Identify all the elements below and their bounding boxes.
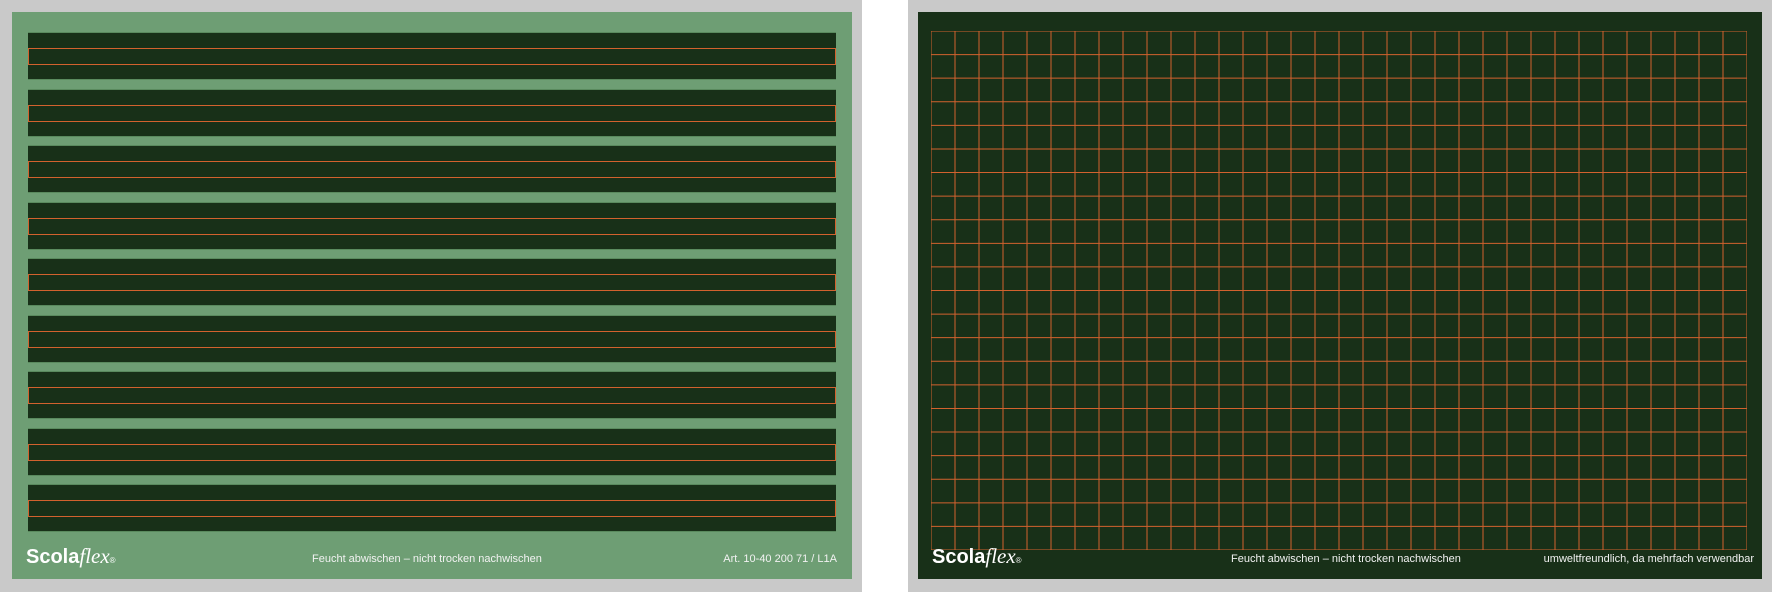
guide-tick: [835, 274, 836, 291]
guide-tick: [28, 387, 29, 404]
strip-edge: [28, 32, 836, 33]
writing-strip: [28, 202, 836, 250]
guide-line: [28, 218, 836, 219]
strip-edge: [28, 362, 836, 363]
strip-edge: [28, 79, 836, 80]
guide-line: [28, 460, 836, 461]
strip-edge: [28, 305, 836, 306]
guide-tick: [835, 161, 836, 178]
guide-line: [28, 331, 836, 332]
strip-edge: [28, 484, 836, 485]
scolaflex-logo: Scolaflex®: [932, 544, 1022, 568]
guide-tick: [28, 48, 29, 65]
scolaflex-logo: Scolaflex®: [26, 544, 116, 568]
guide-line: [28, 500, 836, 501]
left-board-frame: Scolaflex® Feucht abwischen – nicht troc…: [0, 0, 862, 592]
guide-tick: [835, 387, 836, 404]
guide-line: [28, 177, 836, 178]
right-chalkboard-grid: Scolaflex® Feucht abwischen – nicht troc…: [918, 12, 1762, 579]
strip-edge: [28, 249, 836, 250]
strip-edge: [28, 475, 836, 476]
guide-line: [28, 64, 836, 65]
writing-strip: [28, 32, 836, 80]
strip-edge: [28, 315, 836, 316]
guide-tick: [835, 105, 836, 122]
square-grid: [931, 31, 1747, 550]
article-number-text: Art. 10-40 200 71 / L1A: [723, 553, 837, 565]
guide-tick: [835, 444, 836, 461]
left-chalkboard-lined: Scolaflex® Feucht abwischen – nicht troc…: [12, 12, 852, 579]
strip-edge: [28, 192, 836, 193]
writing-strip: [28, 89, 836, 137]
strip-edge: [28, 531, 836, 532]
strip-edge: [28, 89, 836, 90]
care-instruction-text: Feucht abwischen – nicht trocken nachwis…: [312, 553, 542, 565]
guide-tick: [835, 331, 836, 348]
writing-strip: [28, 315, 836, 363]
guide-tick: [835, 500, 836, 517]
strip-edge: [28, 418, 836, 419]
guide-line: [28, 347, 836, 348]
guide-tick: [835, 48, 836, 65]
writing-strip: [28, 371, 836, 419]
guide-line: [28, 105, 836, 106]
eco-note-text: umweltfreundlich, da mehrfach verwendbar: [1543, 553, 1754, 565]
guide-line: [28, 403, 836, 404]
writing-strip: [28, 145, 836, 193]
strip-edge: [28, 371, 836, 372]
guide-tick: [28, 218, 29, 235]
guide-tick: [28, 161, 29, 178]
guide-tick: [28, 331, 29, 348]
guide-tick: [28, 274, 29, 291]
guide-line: [28, 161, 836, 162]
strip-edge: [28, 202, 836, 203]
guide-line: [28, 48, 836, 49]
strip-edge: [28, 136, 836, 137]
guide-tick: [835, 218, 836, 235]
guide-line: [28, 290, 836, 291]
guide-line: [28, 274, 836, 275]
right-board-frame: Scolaflex® Feucht abwischen – nicht troc…: [908, 0, 1772, 592]
writing-strip: [28, 428, 836, 476]
right-footer: Scolaflex® Feucht abwischen – nicht troc…: [918, 539, 1762, 579]
guide-tick: [28, 444, 29, 461]
strip-edge: [28, 145, 836, 146]
strip-edge: [28, 428, 836, 429]
writing-strip: [28, 484, 836, 532]
guide-line: [28, 234, 836, 235]
writing-strip: [28, 258, 836, 306]
guide-line: [28, 444, 836, 445]
guide-tick: [28, 500, 29, 517]
guide-line: [28, 387, 836, 388]
guide-tick: [28, 105, 29, 122]
guide-line: [28, 516, 836, 517]
strip-edge: [28, 258, 836, 259]
left-footer: Scolaflex® Feucht abwischen – nicht troc…: [12, 539, 852, 579]
care-instruction-text: Feucht abwischen – nicht trocken nachwis…: [1231, 553, 1461, 565]
guide-line: [28, 121, 836, 122]
